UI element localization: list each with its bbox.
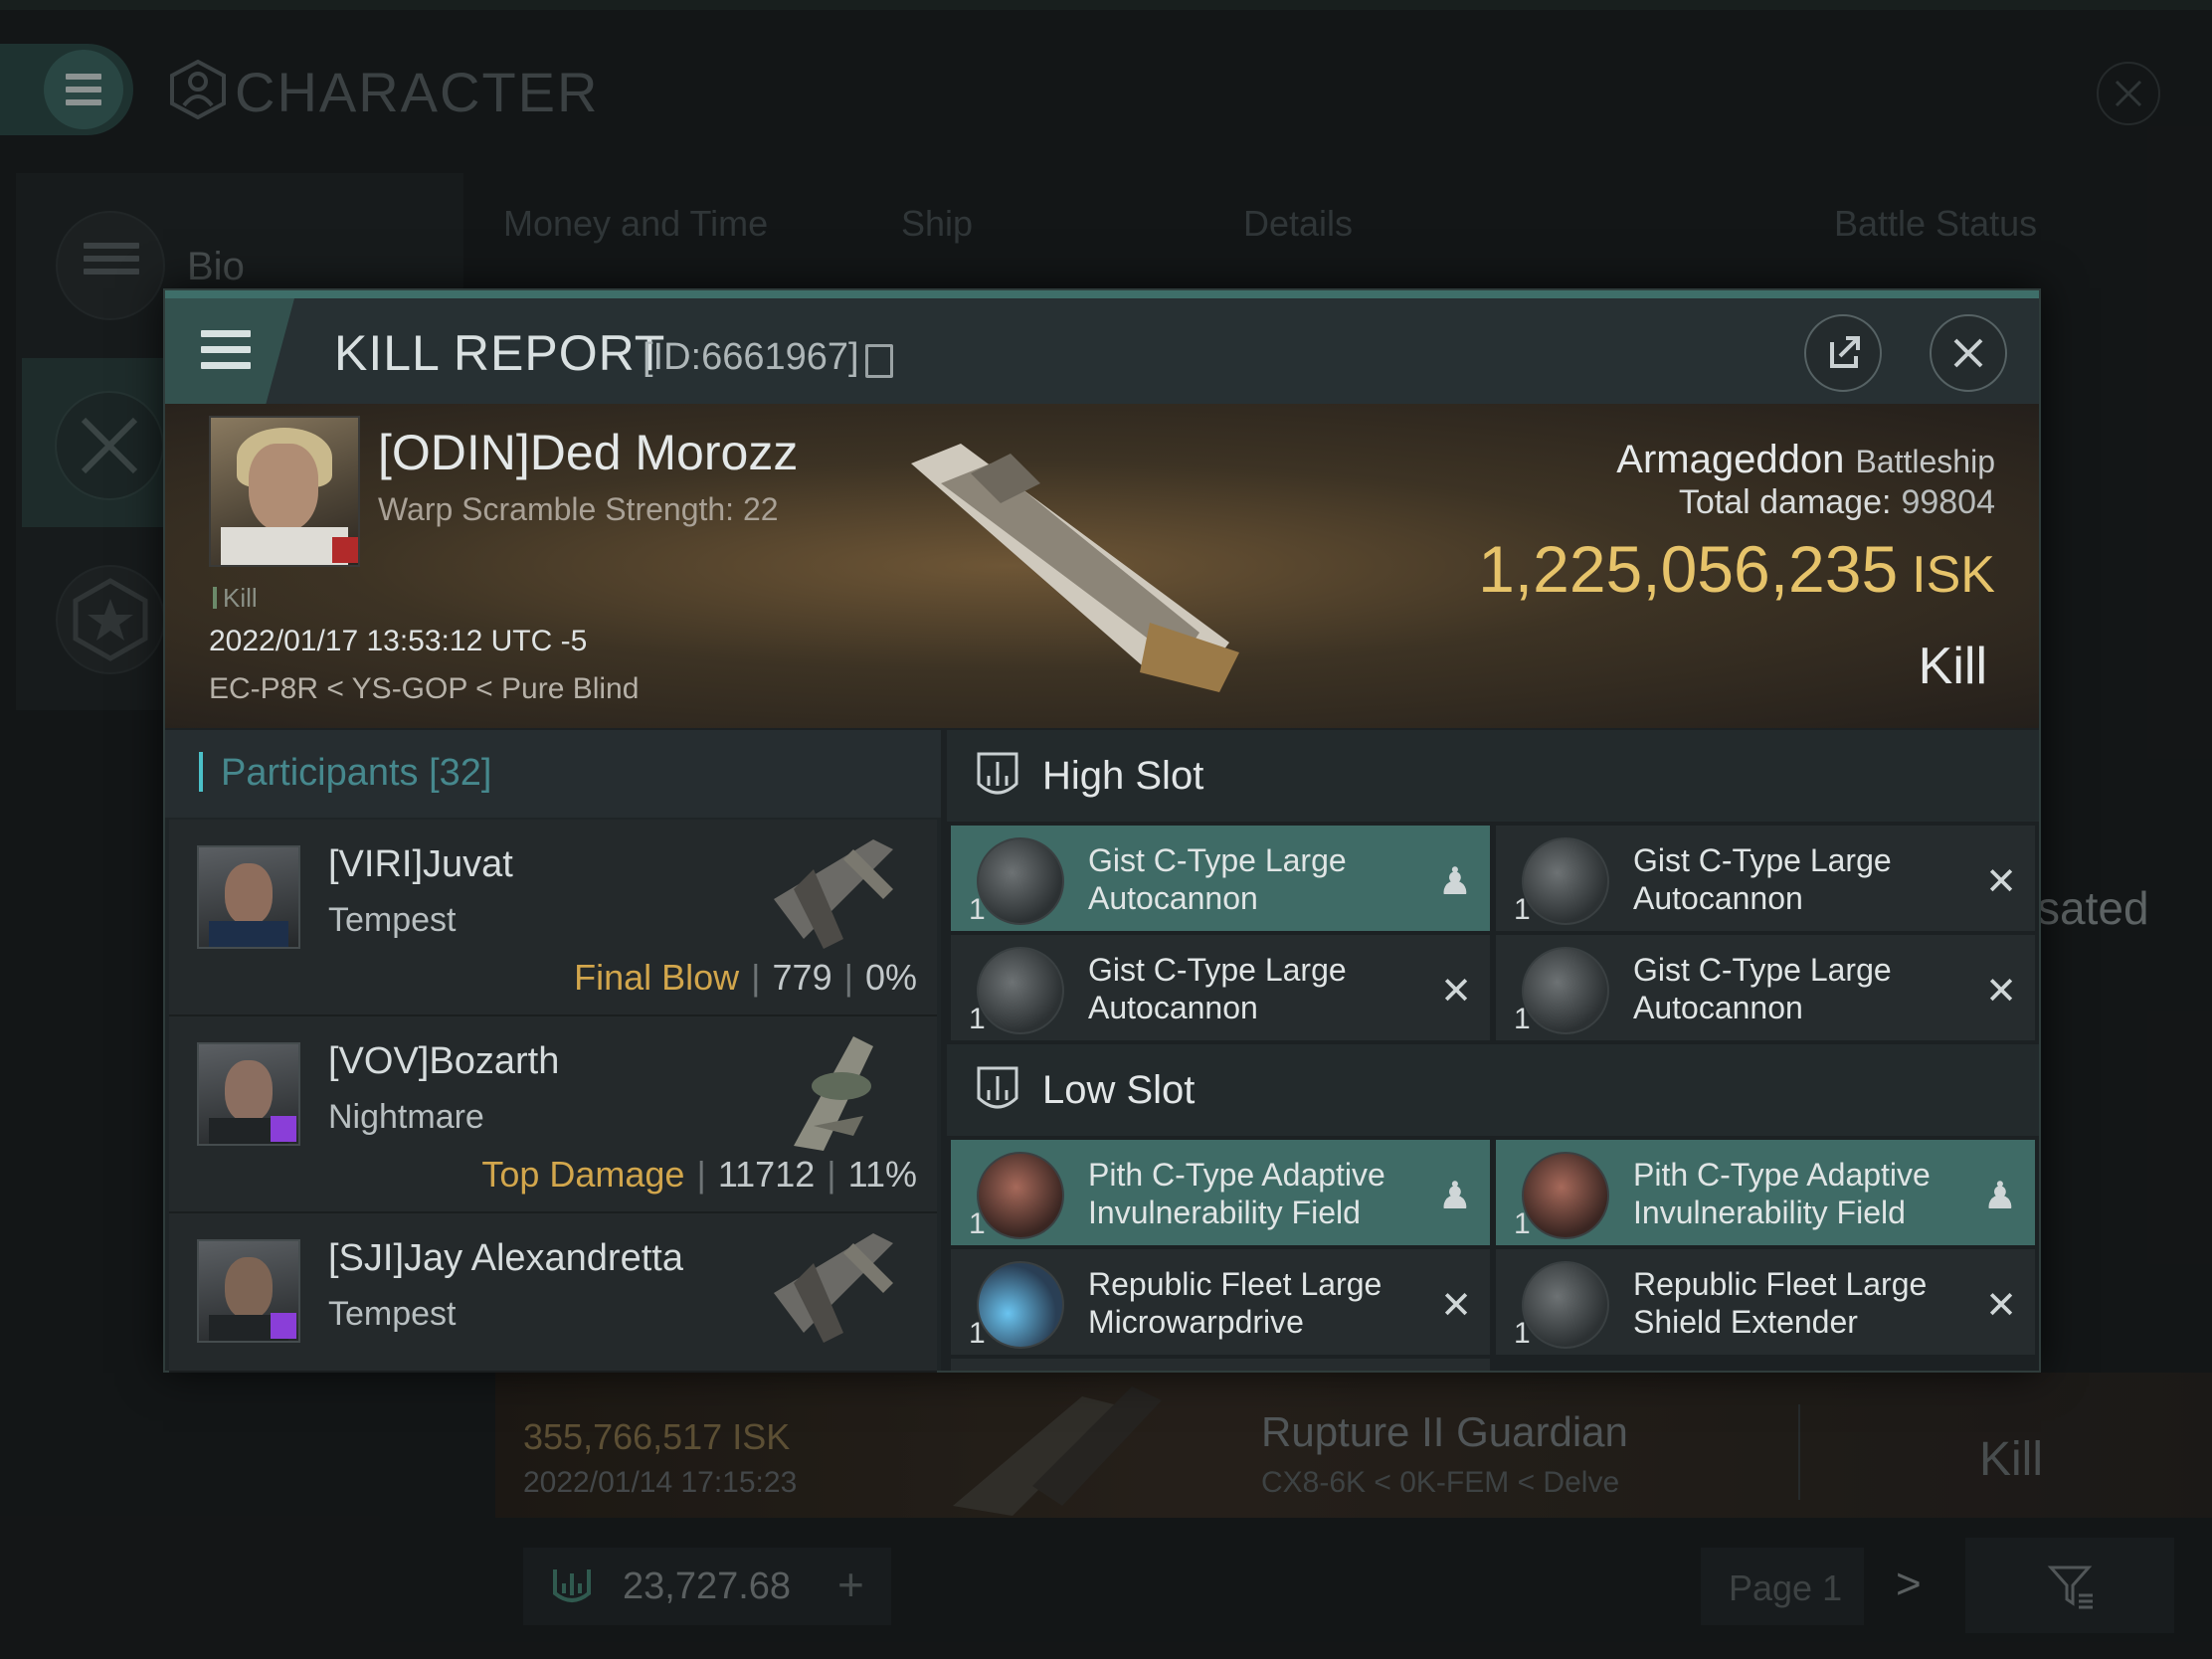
participant-avatar[interactable] bbox=[197, 1042, 300, 1146]
low-slot-label: Low Slot bbox=[1042, 1068, 1196, 1112]
destroyed-x-icon: ✕ bbox=[1440, 1285, 1472, 1327]
victim-banner: [ODIN]Ded Morozz Warp Scramble Strength:… bbox=[165, 404, 2039, 728]
destroyed-x-icon: ✕ bbox=[1985, 971, 2017, 1013]
microwarpdrive-icon bbox=[977, 1261, 1064, 1349]
module-item[interactable]: 1 Pith C-Type Adaptive Invulnerability F… bbox=[951, 1140, 1490, 1245]
low-slot-header: Low Slot bbox=[947, 1044, 2039, 1136]
participant-stats: Final Blow | 779 | 0% bbox=[574, 957, 917, 998]
module-item[interactable]: 1 Gist C-Type Large Autocannon ✕ bbox=[951, 935, 1490, 1040]
module-item[interactable]: 1 Pith C-Type Adaptive Invulnerability F… bbox=[1496, 1140, 2035, 1245]
kill-tag: Kill bbox=[213, 583, 258, 614]
participant-row[interactable]: [SJI]Jay Alexandretta Tempest bbox=[169, 1213, 937, 1373]
module-name: Pith C-Type Adaptive Invulnerability Fie… bbox=[1633, 1157, 1931, 1230]
kill-report-menu-button[interactable] bbox=[165, 298, 294, 404]
participants-header: Participants [32] bbox=[165, 730, 941, 818]
dropped-person-icon: ♟ bbox=[1437, 861, 1472, 903]
dropped-person-icon: ♟ bbox=[1437, 1176, 1472, 1217]
autocannon-icon bbox=[977, 947, 1064, 1034]
participant-name[interactable]: [VIRI]Juvat bbox=[328, 843, 513, 886]
kill-datetime: 2022/01/17 13:53:12 UTC -5 bbox=[209, 625, 588, 657]
module-item[interactable]: 1 Republic Fleet Large Shield Extender ✕ bbox=[1496, 1249, 2035, 1355]
module-item[interactable]: 1 Republic Fleet Large Microwarpdrive ✕ bbox=[951, 1249, 1490, 1355]
victim-ship-class: Battleship bbox=[1855, 444, 1995, 479]
participant-row[interactable]: [VOV]Bozarth Nightmare Top Damage | 11712 |… bbox=[169, 1016, 937, 1213]
hamburger-icon bbox=[201, 330, 251, 369]
participant-row[interactable]: [VIRI]Juvat Tempest Final Blow | 779 | 0% bbox=[169, 820, 937, 1016]
high-slot-icon bbox=[977, 752, 1018, 795]
standing-icon bbox=[271, 1313, 296, 1339]
kill-report-close-button[interactable] bbox=[1930, 314, 2007, 392]
participants-panel: Participants [32] [VIRI]Juvat Tempest Fi… bbox=[165, 730, 941, 1373]
standing-icon bbox=[271, 1116, 296, 1142]
victim-ship[interactable]: Armageddon Battleship bbox=[1616, 438, 1995, 482]
tempest-ship-icon bbox=[774, 1233, 893, 1343]
participant-name[interactable]: [VOV]Bozarth bbox=[328, 1040, 559, 1083]
module-name: Republic Fleet Large Shield Extender bbox=[1633, 1266, 1928, 1340]
kill-report-window: KILL REPORT [ID:6661967] [ODIN]Ded Moroz… bbox=[163, 288, 2041, 1373]
share-button[interactable] bbox=[1804, 314, 1882, 392]
victim-name[interactable]: [ODIN]Ded Morozz bbox=[378, 424, 798, 481]
close-icon bbox=[1953, 338, 1983, 368]
destroyed-x-icon: ✕ bbox=[1985, 1285, 2017, 1327]
shield-hardener-icon bbox=[977, 1152, 1064, 1239]
fitting-panel: High Slot 1 Gist C-Type Large Autocannon… bbox=[947, 730, 2039, 1371]
autocannon-icon bbox=[1522, 947, 1609, 1034]
participant-ship: Nightmare bbox=[328, 1098, 484, 1136]
kill-report-id: [ID:6661967] bbox=[643, 336, 859, 378]
module-item[interactable]: 1 Gist C-Type Large Autocannon ♟ bbox=[951, 826, 1490, 931]
isk-value: 1,225,056,235 ISK bbox=[1478, 532, 1995, 606]
module-name: Gist C-Type Large Autocannon bbox=[1633, 842, 1892, 916]
module-item[interactable]: 1 Gist C-Type Large Autocannon ✕ bbox=[1496, 826, 2035, 931]
autocannon-icon bbox=[977, 837, 1064, 925]
high-slot-label: High Slot bbox=[1042, 754, 1204, 798]
header-accent bbox=[165, 290, 2039, 298]
total-damage: Total damage: 99804 bbox=[1678, 483, 1995, 521]
warp-scramble-strength: Warp Scramble Strength: 22 bbox=[378, 491, 779, 527]
external-link-icon bbox=[1830, 336, 1860, 368]
result-label: Kill bbox=[1918, 638, 1987, 695]
kill-report-title: KILL REPORT bbox=[334, 325, 666, 381]
module-name: Gist C-Type Large Autocannon bbox=[1088, 952, 1347, 1025]
destroyed-x-icon: ✕ bbox=[1440, 971, 1472, 1013]
module-name: Republic Fleet Large Microwarpdrive bbox=[1088, 1266, 1382, 1340]
module-item-partial[interactable] bbox=[951, 1359, 1490, 1371]
participant-stats: Top Damage | 11712 | 11% bbox=[481, 1154, 917, 1195]
high-slot-header: High Slot bbox=[947, 730, 2039, 822]
kill-report-header: KILL REPORT [ID:6661967] bbox=[165, 298, 2039, 404]
shield-extender-icon bbox=[1522, 1261, 1609, 1349]
victim-portrait[interactable] bbox=[209, 416, 360, 567]
destroyed-x-icon: ✕ bbox=[1985, 861, 2017, 903]
autocannon-icon bbox=[1522, 837, 1609, 925]
participants-label: Participants bbox=[221, 752, 419, 794]
participants-count: [32] bbox=[429, 752, 492, 794]
nightmare-ship-icon bbox=[794, 1036, 873, 1151]
copy-icon[interactable] bbox=[865, 344, 893, 378]
kill-location[interactable]: EC-P8R < YS-GOP < Pure Blind bbox=[209, 672, 639, 706]
tempest-ship-icon bbox=[774, 839, 893, 949]
participant-avatar[interactable] bbox=[197, 845, 300, 949]
module-item[interactable]: 1 Gist C-Type Large Autocannon ✕ bbox=[1496, 935, 2035, 1040]
participant-avatar[interactable] bbox=[197, 1239, 300, 1343]
participant-name[interactable]: [SJI]Jay Alexandretta bbox=[328, 1237, 683, 1280]
dropped-person-icon: ♟ bbox=[1982, 1176, 2017, 1217]
participant-ship: Tempest bbox=[328, 901, 457, 939]
shield-hardener-icon bbox=[1522, 1152, 1609, 1239]
participant-ship: Tempest bbox=[328, 1295, 457, 1333]
module-name: Gist C-Type Large Autocannon bbox=[1633, 952, 1892, 1025]
low-slot-icon bbox=[977, 1066, 1018, 1109]
module-name: Pith C-Type Adaptive Invulnerability Fie… bbox=[1088, 1157, 1385, 1230]
victim-ship-image[interactable] bbox=[901, 424, 1259, 702]
module-name: Gist C-Type Large Autocannon bbox=[1088, 842, 1347, 916]
hostile-status-icon bbox=[332, 537, 358, 563]
